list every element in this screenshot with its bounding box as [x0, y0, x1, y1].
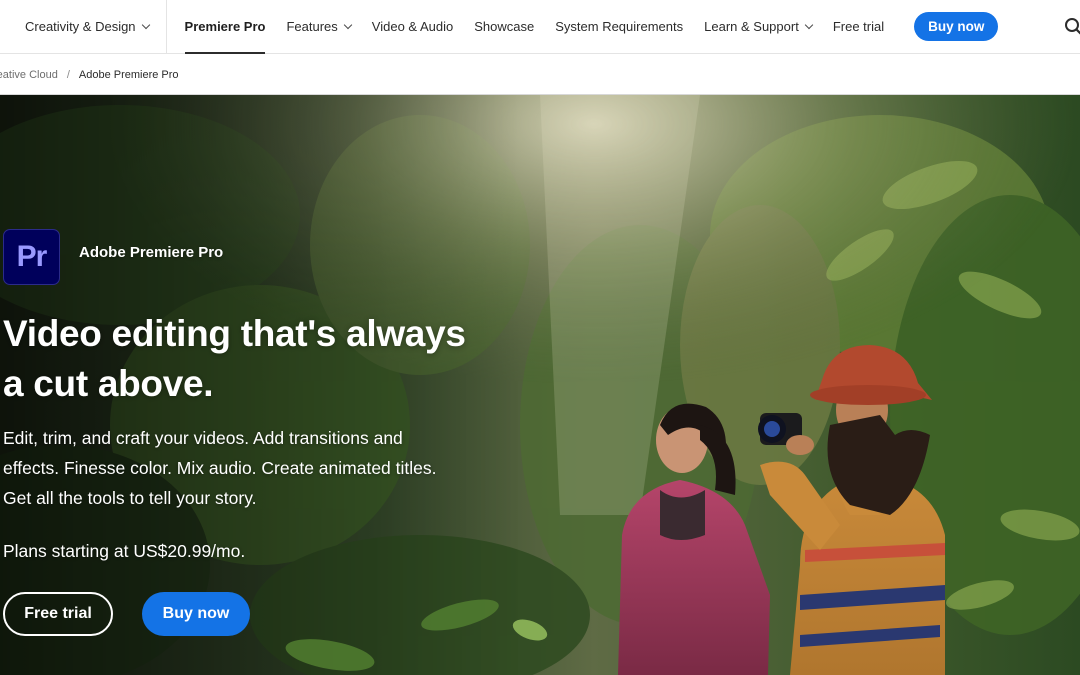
breadcrumb: reative Cloud / Adobe Premiere Pro: [0, 55, 1080, 95]
nav-item-label: Premiere Pro: [184, 19, 266, 34]
nav-item-showcase[interactable]: Showcase: [474, 0, 534, 54]
nav-item-label: Showcase: [474, 19, 535, 34]
nav-item-label: System Requirements: [555, 19, 684, 34]
nav-item-video-audio[interactable]: Video & Audio: [372, 0, 453, 54]
nav-buy-now-button[interactable]: Buy now: [914, 12, 999, 41]
headline-line-1: Video editing that's always: [3, 313, 466, 354]
breadcrumb-current: Adobe Premiere Pro: [78, 68, 179, 81]
description-line-2: effects. Finesse color. Mix audio. Creat…: [3, 458, 437, 478]
chevron-down-icon: [343, 20, 353, 29]
buy-now-button[interactable]: Buy now: [142, 592, 250, 636]
hero-content: Pr Adobe Premiere Pro Video editing that…: [0, 95, 1080, 675]
nav-item-label: Video & Audio: [371, 19, 454, 34]
logo-text: Pr: [16, 240, 48, 273]
nav-item-learn-support[interactable]: Learn & Support: [704, 0, 814, 54]
description-line-3: Get all the tools to tell your story.: [3, 488, 257, 508]
global-nav: Creativity & Design Premiere Pro Feature…: [0, 0, 1080, 54]
nav-item-label: Learn & Support: [704, 19, 799, 34]
product-name: Adobe Premiere Pro: [79, 244, 224, 261]
nav-category-dropdown[interactable]: Creativity & Design: [0, 0, 167, 54]
hero-section: Pr Adobe Premiere Pro Video editing that…: [0, 95, 1080, 675]
hero-description: Edit, trim, and craft your videos. Add t…: [3, 423, 473, 513]
nav-item-system-requirements[interactable]: System Requirements: [555, 0, 683, 54]
nav-category-label: Creativity & Design: [25, 19, 136, 34]
nav-item-premiere-pro[interactable]: Premiere Pro: [184, 0, 266, 54]
search-icon[interactable]: [1064, 17, 1080, 37]
free-trial-button[interactable]: Free trial: [3, 592, 113, 636]
nav-item-label: Free trial: [832, 19, 885, 34]
product-nav: Premiere Pro Features Video & Audio Show…: [167, 0, 999, 54]
premiere-pro-logo: Pr: [3, 229, 60, 285]
headline-line-2: a cut above.: [3, 363, 214, 404]
description-line-1: Edit, trim, and craft your videos. Add t…: [3, 428, 403, 448]
hero-headline: Video editing that's always a cut above.: [3, 309, 483, 409]
chevron-down-icon: [141, 20, 150, 29]
nav-item-features[interactable]: Features: [286, 0, 353, 54]
nav-item-free-trial[interactable]: Free trial: [833, 0, 884, 54]
breadcrumb-separator: /: [66, 68, 70, 81]
nav-item-label: Features: [286, 19, 338, 34]
breadcrumb-link-creative-cloud[interactable]: reative Cloud: [0, 69, 58, 81]
chevron-down-icon: [804, 20, 814, 29]
pricing-text: Plans starting at US$20.99/mo.: [3, 541, 246, 561]
